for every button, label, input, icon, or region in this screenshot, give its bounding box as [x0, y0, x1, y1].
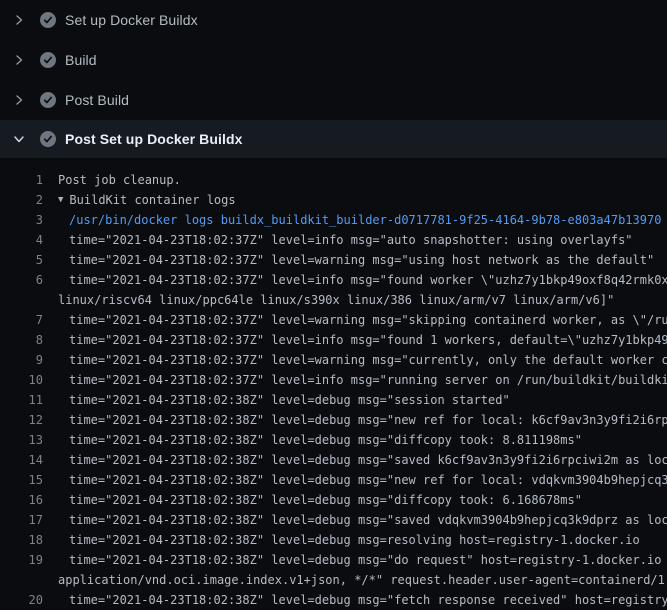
log-line: 17 time="2021-04-23T18:02:38Z" level=deb…	[0, 510, 667, 530]
log-line: 1 Post job cleanup.	[0, 170, 667, 190]
step-header[interactable]: Post Set up Docker Buildx	[0, 120, 667, 158]
line-number[interactable]: 5	[0, 250, 43, 270]
chevron-right-icon	[13, 54, 25, 66]
log-text: linux/riscv64 linux/ppc64le linux/s390x …	[58, 290, 614, 310]
chevron-right-icon	[13, 94, 25, 106]
line-number[interactable]: 14	[0, 450, 43, 470]
log-line: 4 time="2021-04-23T18:02:37Z" level=info…	[0, 230, 667, 250]
log-text: time="2021-04-23T18:02:38Z" level=debug …	[69, 410, 667, 430]
log-text: /usr/bin/docker logs buildx_buildkit_bui…	[69, 210, 661, 230]
log-text: time="2021-04-23T18:02:37Z" level=info m…	[69, 230, 633, 250]
log-line: 16 time="2021-04-23T18:02:38Z" level=deb…	[0, 490, 667, 510]
log-line: 2 ▼ BuildKit container logs	[0, 190, 667, 210]
check-circle-icon	[40, 92, 56, 108]
line-number[interactable]: 2	[0, 190, 43, 210]
log-text: BuildKit container logs	[69, 190, 235, 210]
log-line: 20 time="2021-04-23T18:02:38Z" level=deb…	[0, 590, 667, 610]
line-number[interactable]: 17	[0, 510, 43, 530]
line-number[interactable]: 8	[0, 330, 43, 350]
chevron-down-icon	[13, 133, 25, 145]
log-line: 7 time="2021-04-23T18:02:37Z" level=warn…	[0, 310, 667, 330]
log-text: time="2021-04-23T18:02:38Z" level=debug …	[69, 490, 582, 510]
log-line: linux/riscv64 linux/ppc64le linux/s390x …	[0, 290, 667, 310]
log-line: 15 time="2021-04-23T18:02:38Z" level=deb…	[0, 470, 667, 490]
line-number[interactable]: 20	[0, 590, 43, 610]
line-number[interactable]: 19	[0, 550, 43, 570]
log-line: 11 time="2021-04-23T18:02:38Z" level=deb…	[0, 390, 667, 410]
log-text: time="2021-04-23T18:02:38Z" level=debug …	[69, 550, 667, 570]
log-text: time="2021-04-23T18:02:38Z" level=debug …	[69, 390, 510, 410]
step-title: Post Build	[65, 92, 129, 108]
log-text: time="2021-04-23T18:02:37Z" level=warnin…	[69, 310, 667, 330]
log-line: 12 time="2021-04-23T18:02:38Z" level=deb…	[0, 410, 667, 430]
log-line: 18 time="2021-04-23T18:02:38Z" level=deb…	[0, 530, 667, 550]
log-line: 5 time="2021-04-23T18:02:37Z" level=warn…	[0, 250, 667, 270]
log-text: time="2021-04-23T18:02:38Z" level=debug …	[69, 590, 667, 610]
log-text: time="2021-04-23T18:02:37Z" level=info m…	[69, 330, 667, 350]
log-text: Post job cleanup.	[58, 170, 181, 190]
log-text: time="2021-04-23T18:02:38Z" level=debug …	[69, 470, 667, 490]
line-number[interactable]: 13	[0, 430, 43, 450]
line-number[interactable]: 4	[0, 230, 43, 250]
log-command-line: 3 /usr/bin/docker logs buildx_buildkit_b…	[0, 210, 667, 230]
line-number[interactable]: 1	[0, 170, 43, 190]
log-line: application/vnd.oci.image.index.v1+json,…	[0, 570, 667, 590]
log-lines: 1 Post job cleanup. 2 ▼ BuildKit contain…	[0, 158, 667, 610]
log-text: time="2021-04-23T18:02:38Z" level=debug …	[69, 450, 667, 470]
line-number[interactable]: 7	[0, 310, 43, 330]
chevron-right-icon	[13, 14, 25, 26]
step-header[interactable]: Post Build	[0, 80, 667, 120]
step-title: Post Set up Docker Buildx	[65, 131, 243, 147]
log-text: time="2021-04-23T18:02:38Z" level=debug …	[69, 530, 640, 550]
check-circle-icon	[40, 131, 56, 147]
log-line: 9 time="2021-04-23T18:02:37Z" level=warn…	[0, 350, 667, 370]
step-title: Set up Docker Buildx	[65, 12, 198, 28]
line-number[interactable]	[0, 570, 43, 590]
log-line: 8 time="2021-04-23T18:02:37Z" level=info…	[0, 330, 667, 350]
line-number[interactable]: 18	[0, 530, 43, 550]
line-number[interactable]: 15	[0, 470, 43, 490]
step-header[interactable]: Build	[0, 40, 667, 80]
log-text: time="2021-04-23T18:02:38Z" level=debug …	[69, 430, 582, 450]
log-line: 10 time="2021-04-23T18:02:37Z" level=inf…	[0, 370, 667, 390]
log-text: time="2021-04-23T18:02:37Z" level=info m…	[69, 370, 667, 390]
log-text: time="2021-04-23T18:02:38Z" level=debug …	[69, 510, 667, 530]
steps-list: Set up Docker Buildx Build Post Buil	[0, 0, 667, 158]
check-circle-icon	[40, 12, 56, 28]
log-line: 14 time="2021-04-23T18:02:38Z" level=deb…	[0, 450, 667, 470]
log-line: 13 time="2021-04-23T18:02:38Z" level=deb…	[0, 430, 667, 450]
line-number[interactable]: 10	[0, 370, 43, 390]
line-number[interactable]: 16	[0, 490, 43, 510]
step-title: Build	[65, 52, 97, 68]
line-number[interactable]: 6	[0, 270, 43, 290]
line-number[interactable]: 12	[0, 410, 43, 430]
log-text: time="2021-04-23T18:02:37Z" level=warnin…	[69, 350, 667, 370]
log-text: application/vnd.oci.image.index.v1+json,…	[58, 570, 667, 590]
log-text: time="2021-04-23T18:02:37Z" level=warnin…	[69, 250, 654, 270]
log-line: 19 time="2021-04-23T18:02:38Z" level=deb…	[0, 550, 667, 570]
line-number[interactable]: 11	[0, 390, 43, 410]
line-number[interactable]: 3	[0, 210, 43, 230]
log-text: time="2021-04-23T18:02:37Z" level=info m…	[69, 270, 667, 290]
log-line: 6 time="2021-04-23T18:02:37Z" level=info…	[0, 270, 667, 290]
line-number[interactable]: 9	[0, 350, 43, 370]
group-collapse-icon[interactable]: ▼	[58, 190, 63, 210]
step-header[interactable]: Set up Docker Buildx	[0, 0, 667, 40]
line-number[interactable]	[0, 290, 43, 310]
check-circle-icon	[40, 52, 56, 68]
